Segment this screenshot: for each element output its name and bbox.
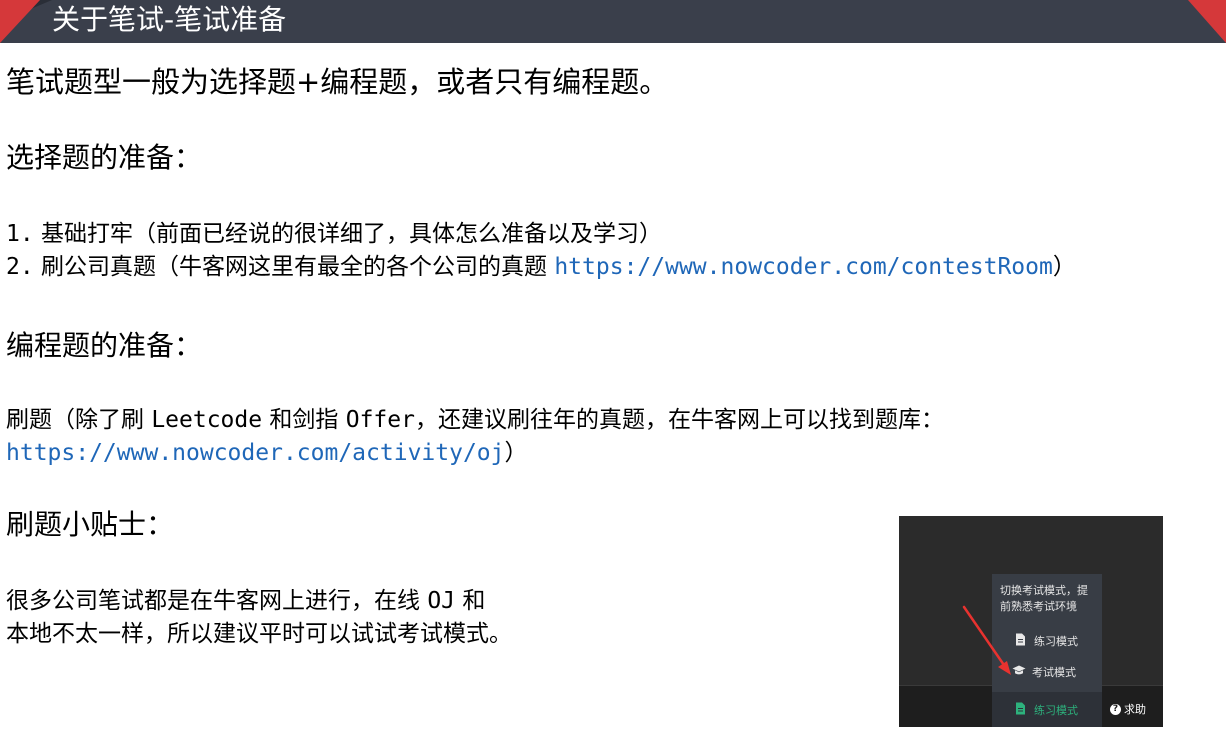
- list-item-text: 刷公司真题（牛客网这里有最全的各个公司的真题: [33, 254, 555, 280]
- list-item: 1. 基础打牢（前面已经说的很详细了，具体怎么准备以及学习）: [6, 219, 662, 249]
- choice-heading: 选择题的准备：: [6, 141, 203, 174]
- coding-text: 刷题（除了刷: [6, 407, 152, 433]
- oj-activity-link[interactable]: https://www.nowcoder.com/activity/oj: [6, 440, 505, 466]
- tips-text: 和: [455, 588, 486, 614]
- header-accent-right: [1188, 0, 1226, 43]
- list-item: 2. 刷公司真题（牛客网这里有最全的各个公司的真题 https://www.no…: [6, 252, 1076, 282]
- coding-heading: 编程题的准备：: [6, 329, 203, 362]
- tips-text: 很多公司笔试都是在牛客网上进行，在线: [6, 588, 428, 614]
- coding-text: ，还建议刷往年的真题，在牛客网上可以找到题库：: [414, 407, 944, 433]
- list-item-suffix: ）: [1052, 254, 1076, 280]
- offer-text: Offer: [345, 407, 415, 433]
- list-item-text: 基础打牢（前面已经说的很详细了，具体怎么准备以及学习）: [33, 221, 663, 247]
- red-arrow-icon: [962, 605, 1011, 675]
- coding-suffix: ）: [504, 440, 528, 466]
- tips-heading: 刷题小贴士：: [6, 508, 175, 541]
- contest-room-link[interactable]: https://www.nowcoder.com/contestRoom: [554, 254, 1053, 280]
- coding-paragraph-line: https://www.nowcoder.com/activity/oj）: [6, 437, 528, 470]
- oj-text: OJ: [427, 588, 456, 614]
- lead-text: 笔试题型一般为选择题+编程题，或者只有编程题。: [6, 65, 669, 99]
- list-item-number: 1.: [6, 221, 34, 247]
- header-accent-left: [0, 0, 40, 43]
- tips-paragraph-line: 本地不太一样，所以建议平时可以试试考试模式。: [6, 621, 512, 647]
- coding-paragraph-line: 刷题（除了刷 Leetcode 和剑指 Offer，还建议刷往年的真题，在牛客网…: [6, 404, 944, 437]
- leetcode-text: Leetcode: [151, 407, 263, 433]
- slide-header: 关于笔试-笔试准备: [0, 0, 1226, 43]
- exam-mode-screenshot: 切换考试模式，提前熟悉考试环境 练习模式 考试模式 练习模式 ? 求助: [899, 516, 1163, 727]
- tips-paragraph-line: 很多公司笔试都是在牛客网上进行，在线 OJ 和: [6, 585, 485, 618]
- coding-text: 和剑指: [262, 407, 346, 433]
- slide-title: 关于笔试-笔试准备: [52, 3, 287, 36]
- list-item-number: 2.: [6, 254, 34, 280]
